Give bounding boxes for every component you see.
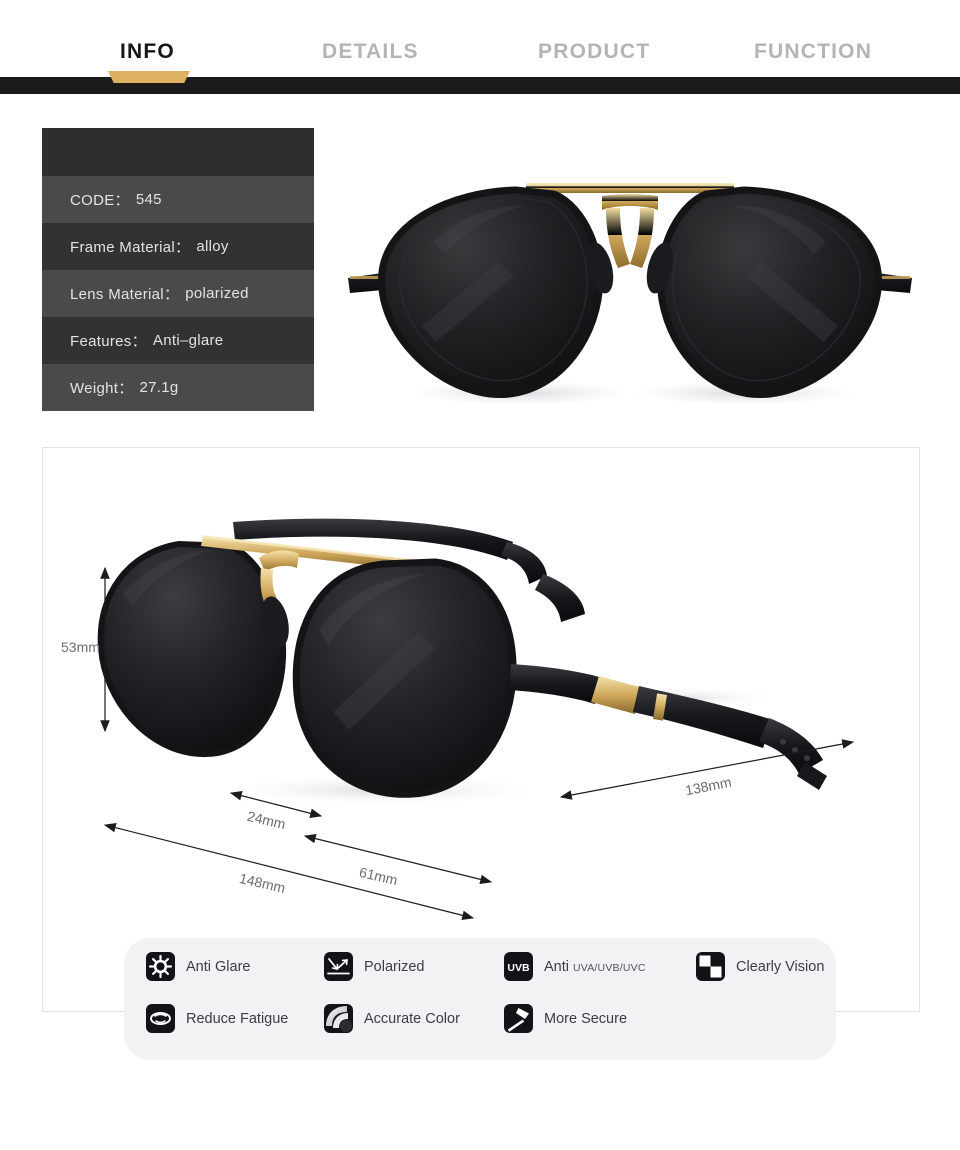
feature-anti-uv[interactable]: UVB Anti UVA/UVB/UVC (504, 952, 646, 981)
feature-card: Anti Glare Polarized UVB Anti UVA/UVB/UV… (124, 938, 836, 1060)
spec-row-weight: Weight： 27.1g (42, 364, 314, 411)
spec-label-code: CODE： (70, 192, 130, 209)
feature-label: Accurate Color (364, 1010, 460, 1027)
uvb-icon: UVB (504, 952, 533, 981)
spec-value-weight: 27.1g (139, 379, 179, 396)
feature-label-sub: UVA/UVB/UVC (573, 961, 646, 974)
svg-text:UVB: UVB (507, 962, 530, 974)
feature-more-secure[interactable]: More Secure (504, 1004, 627, 1033)
tab-bar: INFO DETAILS PRODUCT FUNCTION (0, 0, 960, 94)
spec-value-features: Anti–glare (152, 332, 224, 349)
feature-grid: Anti Glare Polarized UVB Anti UVA/UVB/UV… (146, 952, 824, 1046)
feature-polarized[interactable]: Polarized (324, 952, 424, 981)
spec-label-lens-material: Lens Material： (70, 286, 180, 303)
hammer-icon (504, 1004, 533, 1033)
feature-label: Polarized (364, 958, 425, 975)
spec-table-header (42, 128, 314, 176)
spec-row-lens-material: Lens Material： polarized (42, 270, 314, 317)
lens-ring-icon (324, 1004, 353, 1033)
feature-label: Anti UVA/UVB/UVC (544, 959, 646, 975)
feature-label: Reduce Fatigue (186, 1010, 289, 1027)
spec-label-features: Features： (70, 333, 147, 350)
spec-table: CODE： 545 Frame Material： alloy Lens Mat… (42, 128, 314, 411)
polarized-icon (324, 952, 353, 981)
active-tab-indicator (108, 71, 190, 83)
product-detail-page: INFO DETAILS PRODUCT FUNCTION CODE： 545 … (0, 0, 960, 1150)
feature-label: More Secure (544, 1010, 628, 1027)
product-image-front (330, 150, 930, 420)
feature-accurate-color[interactable]: Accurate Color (324, 1004, 460, 1033)
feature-label: Clearly Vision (736, 958, 825, 975)
dimension-panel: 53mm 24mm 138mm 148mm 61mm (42, 447, 920, 1012)
tab-function[interactable]: FUNCTION (754, 40, 872, 64)
spec-label-frame-material: Frame Material： (70, 239, 191, 256)
spec-row-features: Features： Anti–glare (42, 317, 314, 364)
feature-clearly-vision[interactable]: Clearly Vision (696, 952, 824, 981)
feature-reduce-fatigue[interactable]: Reduce Fatigue (146, 1004, 288, 1033)
tab-details[interactable]: DETAILS (322, 40, 419, 64)
spec-value-code: 545 (135, 191, 162, 208)
eye-icon (146, 1004, 175, 1033)
spec-label-weight: Weight： (70, 380, 134, 397)
dim-label-lens-height: 53mm (61, 639, 100, 655)
feature-anti-glare[interactable]: Anti Glare (146, 952, 250, 981)
dimension-annotations (100, 566, 855, 921)
sun-icon (146, 952, 175, 981)
spec-row-frame-material: Frame Material： alloy (42, 223, 314, 270)
spec-value-lens-material: polarized (185, 285, 249, 302)
spec-value-frame-material: alloy (196, 238, 229, 255)
checkerboard-icon (696, 952, 725, 981)
tab-info[interactable]: INFO (120, 40, 175, 64)
sunglasses-front-svg (348, 183, 912, 406)
tab-product[interactable]: PRODUCT (538, 40, 650, 64)
feature-label-main: Anti (544, 958, 574, 975)
spec-row-code: CODE： 545 (42, 176, 314, 223)
feature-label: Anti Glare (186, 958, 251, 975)
